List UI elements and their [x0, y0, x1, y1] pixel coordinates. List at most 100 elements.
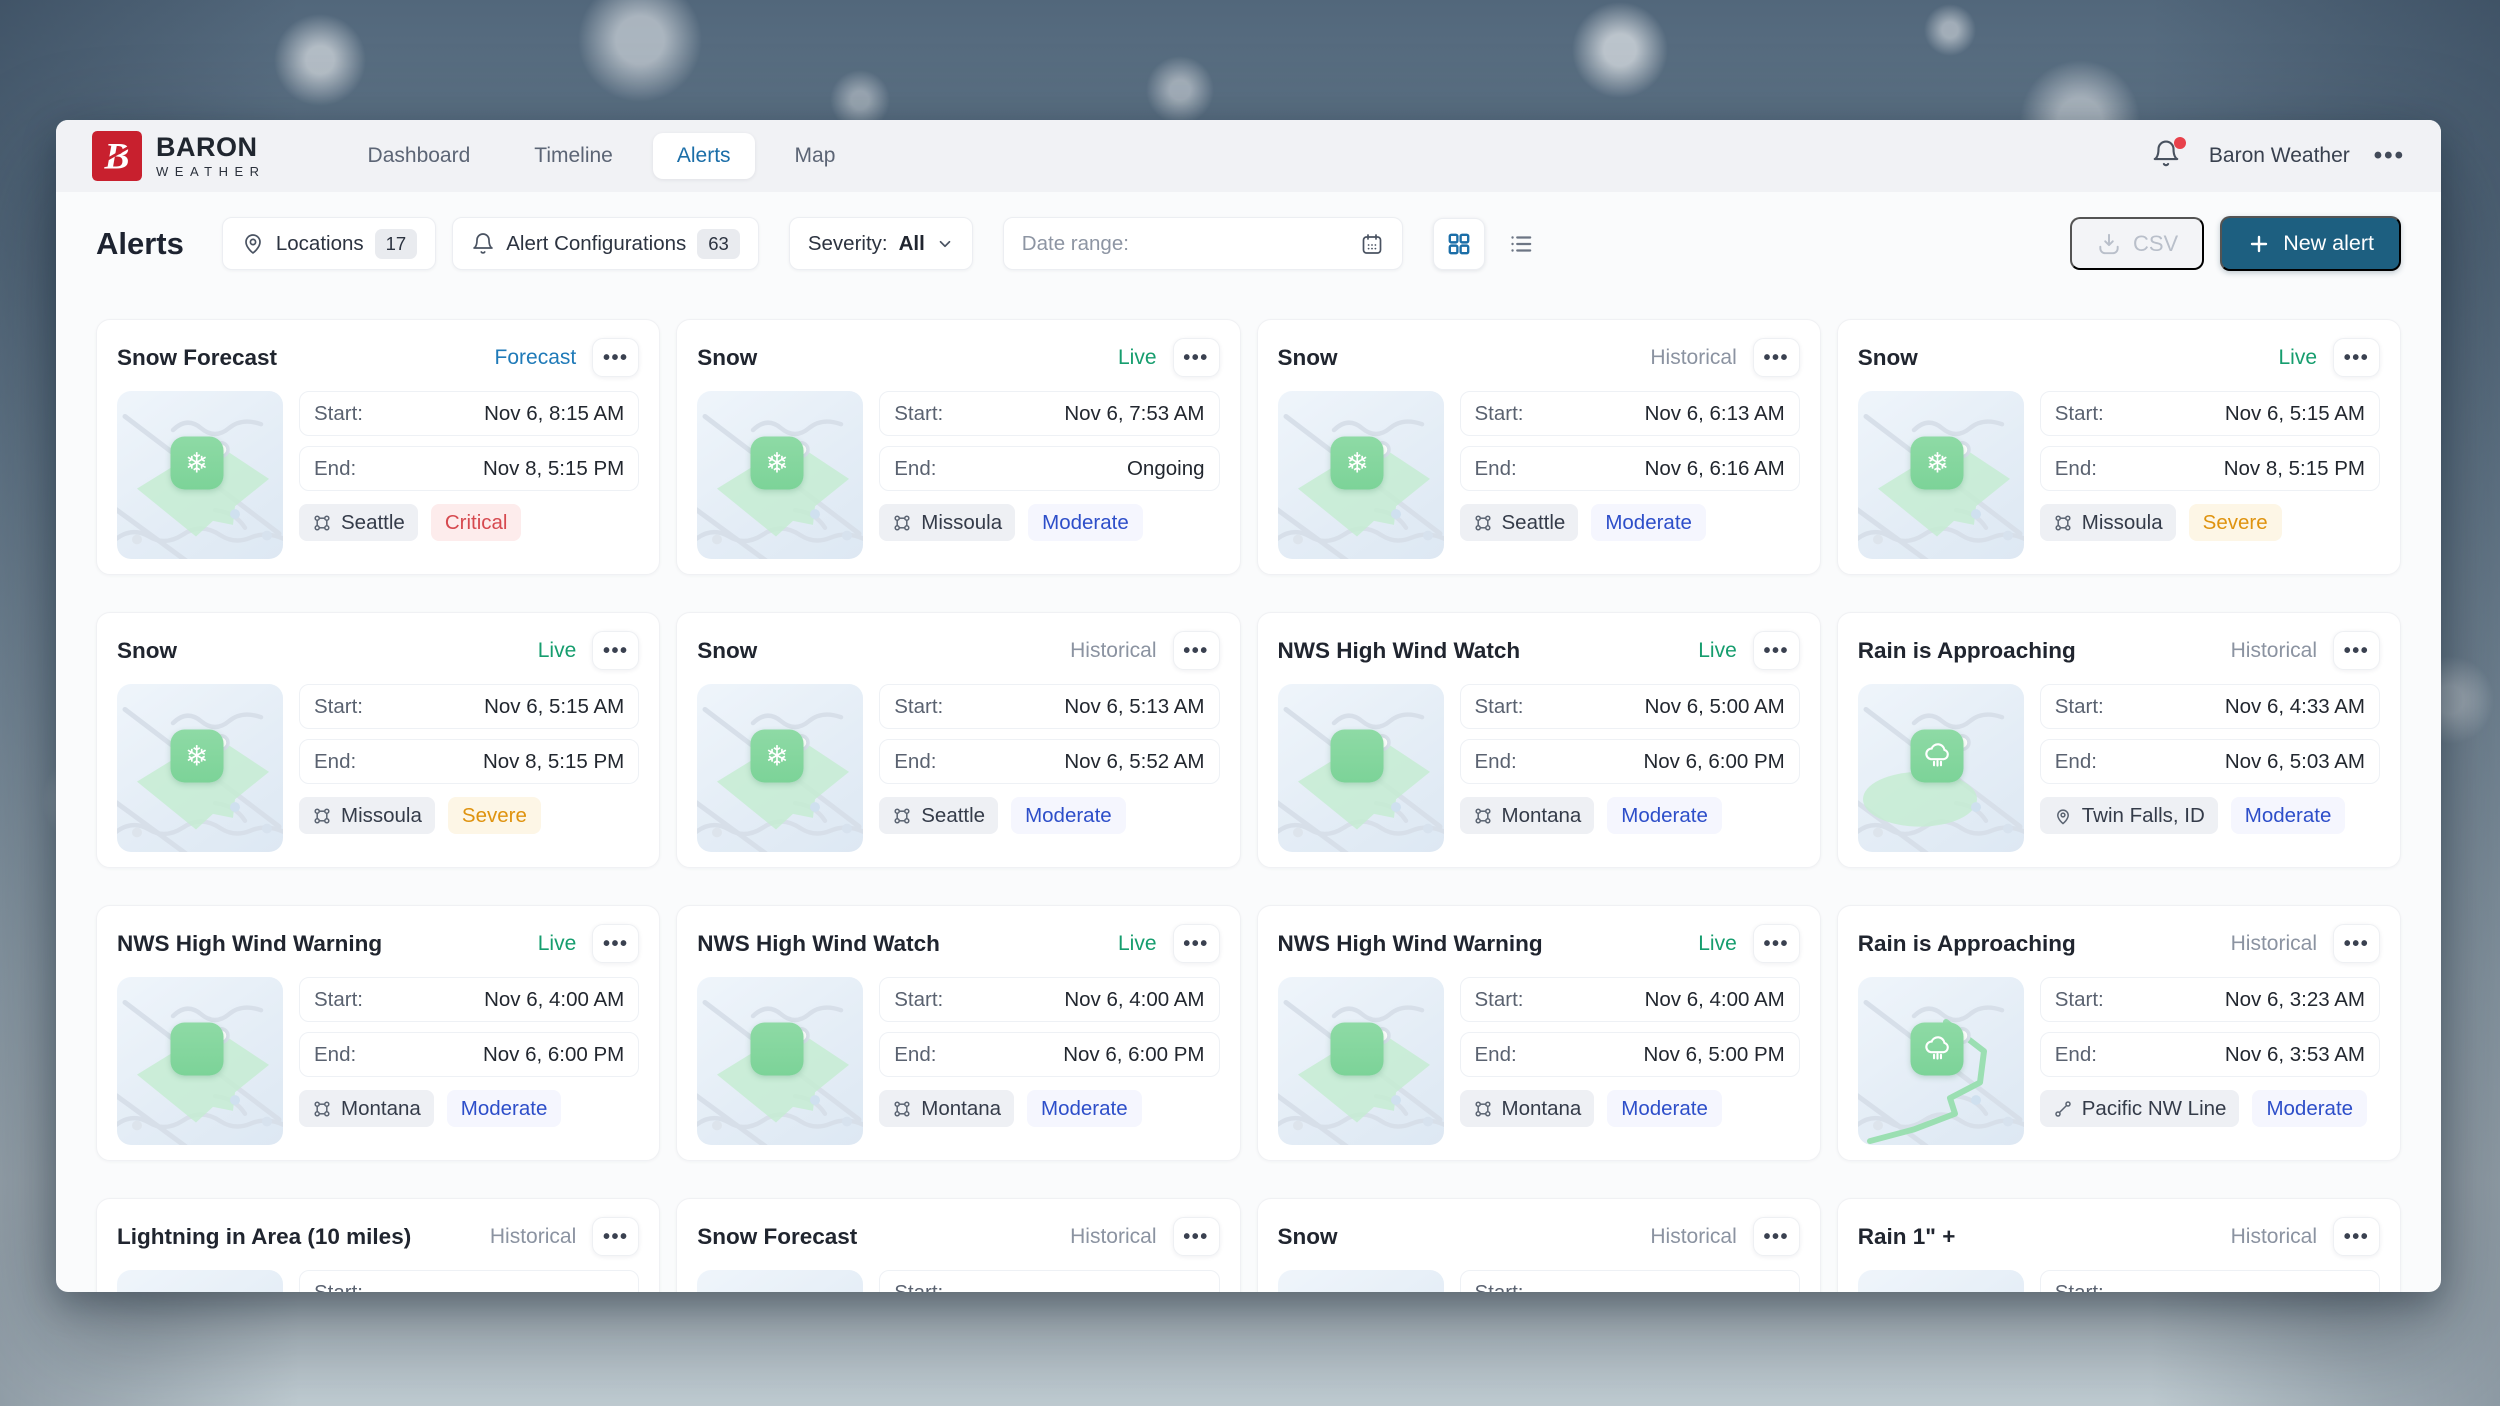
- alert-card[interactable]: Snow Forecast Forecast •••: [96, 319, 660, 575]
- card-overflow-menu-button[interactable]: •••: [2333, 338, 2380, 377]
- card-overflow-menu-button[interactable]: •••: [592, 338, 639, 377]
- card-overflow-menu-button[interactable]: •••: [1753, 924, 1800, 963]
- location-name: Pacific NW Line: [2082, 1097, 2227, 1121]
- alert-card-title: NWS High Wind Warning: [1278, 931, 1691, 957]
- alert-type-icon: ❄: [170, 730, 223, 783]
- nav-alerts[interactable]: Alerts: [653, 133, 755, 179]
- end-value: Nov 6, 6:00 PM: [483, 1043, 624, 1067]
- start-value: Nov 6, 5:15 AM: [484, 695, 624, 719]
- snowflake-icon: ❄: [185, 449, 208, 477]
- list-view-button[interactable]: [1495, 218, 1547, 270]
- location-name: Twin Falls, ID: [2082, 804, 2205, 828]
- header-overflow-menu[interactable]: •••: [2374, 144, 2405, 168]
- alert-type-icon: ❄: [1911, 437, 1964, 490]
- export-csv-button[interactable]: CSV: [2070, 217, 2204, 270]
- alert-card[interactable]: Snow Live •••: [96, 612, 660, 868]
- alert-type-icon: ❄: [750, 1023, 803, 1076]
- alert-map-thumbnail: ❄: [697, 391, 863, 559]
- alert-card[interactable]: Snow Forecast Historical •••: [676, 1198, 1240, 1292]
- location-chip: Montana: [1460, 1090, 1595, 1127]
- alert-type-icon: ❄: [1331, 730, 1384, 783]
- severity-dropdown[interactable]: Severity: All: [789, 217, 973, 270]
- nav-dashboard[interactable]: Dashboard: [344, 133, 495, 179]
- alert-card-title: Snow: [697, 638, 1062, 664]
- card-overflow-menu-button[interactable]: •••: [1173, 924, 1220, 963]
- brand-name: BARON: [156, 134, 266, 161]
- polygon-area-icon: [312, 806, 332, 826]
- card-overflow-menu-button[interactable]: •••: [1753, 338, 1800, 377]
- polygon-area-icon: [1473, 1099, 1493, 1119]
- end-row: End: Nov 8, 5:15 PM: [299, 739, 639, 784]
- end-row: End: Nov 6, 6:00 PM: [299, 1032, 639, 1077]
- start-label: Start:: [2055, 402, 2104, 426]
- card-overflow-menu-button[interactable]: •••: [592, 924, 639, 963]
- alert-card[interactable]: NWS High Wind Watch Live •••: [676, 905, 1240, 1161]
- alert-card[interactable]: Snow Live •••: [676, 319, 1240, 575]
- alert-card[interactable]: Rain is Approaching Historical •••: [1837, 905, 2401, 1161]
- start-row: Start: Nov 6, 7:53 AM: [879, 391, 1219, 436]
- notification-dot: [2174, 137, 2186, 149]
- end-label: End:: [2055, 1043, 2097, 1067]
- alert-status-label: Historical: [2231, 639, 2317, 663]
- alert-card[interactable]: Lightning in Area (10 miles) Historical …: [96, 1198, 660, 1292]
- end-label: End:: [2055, 457, 2097, 481]
- start-row: Start: Nov 6, 4:00 AM: [299, 977, 639, 1022]
- location-chip: Seattle: [299, 504, 418, 541]
- start-label: Start:: [314, 402, 363, 426]
- location-chip: Montana: [879, 1090, 1014, 1127]
- end-row: End: Nov 6, 5:00 PM: [1460, 1032, 1800, 1077]
- alert-status-label: Live: [1698, 639, 1737, 663]
- card-overflow-menu-button[interactable]: •••: [2333, 924, 2380, 963]
- card-overflow-menu-button[interactable]: •••: [2333, 1217, 2380, 1256]
- start-row: Start:: [2040, 1270, 2380, 1292]
- alert-map-thumbnail: ❄: [117, 391, 283, 559]
- locations-count-badge: 17: [375, 229, 418, 259]
- alert-card[interactable]: Snow Historical •••: [676, 612, 1240, 868]
- grid-view-button[interactable]: [1433, 218, 1485, 270]
- alert-status-label: Live: [538, 932, 577, 956]
- nav-map[interactable]: Map: [771, 133, 860, 179]
- start-label: Start:: [894, 1281, 943, 1293]
- start-row: Start: Nov 6, 5:13 AM: [879, 684, 1219, 729]
- card-overflow-menu-button[interactable]: •••: [1753, 1217, 1800, 1256]
- alert-card[interactable]: NWS High Wind Warning Live •••: [96, 905, 660, 1161]
- date-range-input[interactable]: Date range:: [1003, 217, 1403, 270]
- start-row: Start: Nov 6, 6:13 AM: [1460, 391, 1800, 436]
- snowflake-icon: ❄: [765, 742, 788, 770]
- alert-card[interactable]: NWS High Wind Watch Live •••: [1257, 612, 1821, 868]
- alert-card[interactable]: NWS High Wind Warning Live •••: [1257, 905, 1821, 1161]
- card-overflow-menu-button[interactable]: •••: [592, 1217, 639, 1256]
- location-chip: Missoula: [879, 504, 1015, 541]
- start-label: Start:: [1475, 402, 1524, 426]
- notifications-bell-icon[interactable]: [2151, 139, 2185, 173]
- alert-card[interactable]: Rain 1" + Historical •••: [1837, 1198, 2401, 1292]
- severity-label: Severity:: [808, 232, 888, 256]
- card-overflow-menu-button[interactable]: •••: [1173, 1217, 1220, 1256]
- calendar-icon[interactable]: [1360, 232, 1384, 256]
- alert-configurations-button[interactable]: Alert Configurations 63: [452, 217, 759, 270]
- start-label: Start:: [894, 988, 943, 1012]
- user-menu[interactable]: Baron Weather: [2209, 144, 2350, 168]
- new-alert-button[interactable]: New alert: [2220, 216, 2401, 271]
- severity-selected-value: All: [899, 232, 925, 256]
- nav-timeline[interactable]: Timeline: [510, 133, 637, 179]
- alert-card[interactable]: Snow Historical •••: [1257, 319, 1821, 575]
- start-label: Start:: [1475, 988, 1524, 1012]
- locations-filter-button[interactable]: Locations 17: [222, 217, 436, 270]
- alert-card[interactable]: Rain is Approaching Historical •••: [1837, 612, 2401, 868]
- alert-card[interactable]: Snow Historical •••: [1257, 1198, 1821, 1292]
- alert-map-thumbnail: ❄: [697, 684, 863, 852]
- download-icon: [2096, 231, 2122, 257]
- card-overflow-menu-button[interactable]: •••: [2333, 631, 2380, 670]
- location-name: Montana: [341, 1097, 421, 1121]
- polygon-area-icon: [892, 513, 912, 533]
- polygon-area-icon: [312, 1099, 332, 1119]
- card-overflow-menu-button[interactable]: •••: [592, 631, 639, 670]
- card-overflow-menu-button[interactable]: •••: [1173, 338, 1220, 377]
- alert-card[interactable]: Snow Live •••: [1837, 319, 2401, 575]
- end-row: End: Nov 8, 5:15 PM: [2040, 446, 2380, 491]
- card-overflow-menu-button[interactable]: •••: [1173, 631, 1220, 670]
- location-name: Seattle: [1502, 511, 1566, 535]
- card-overflow-menu-button[interactable]: •••: [1753, 631, 1800, 670]
- svg-text:B: B: [103, 137, 129, 178]
